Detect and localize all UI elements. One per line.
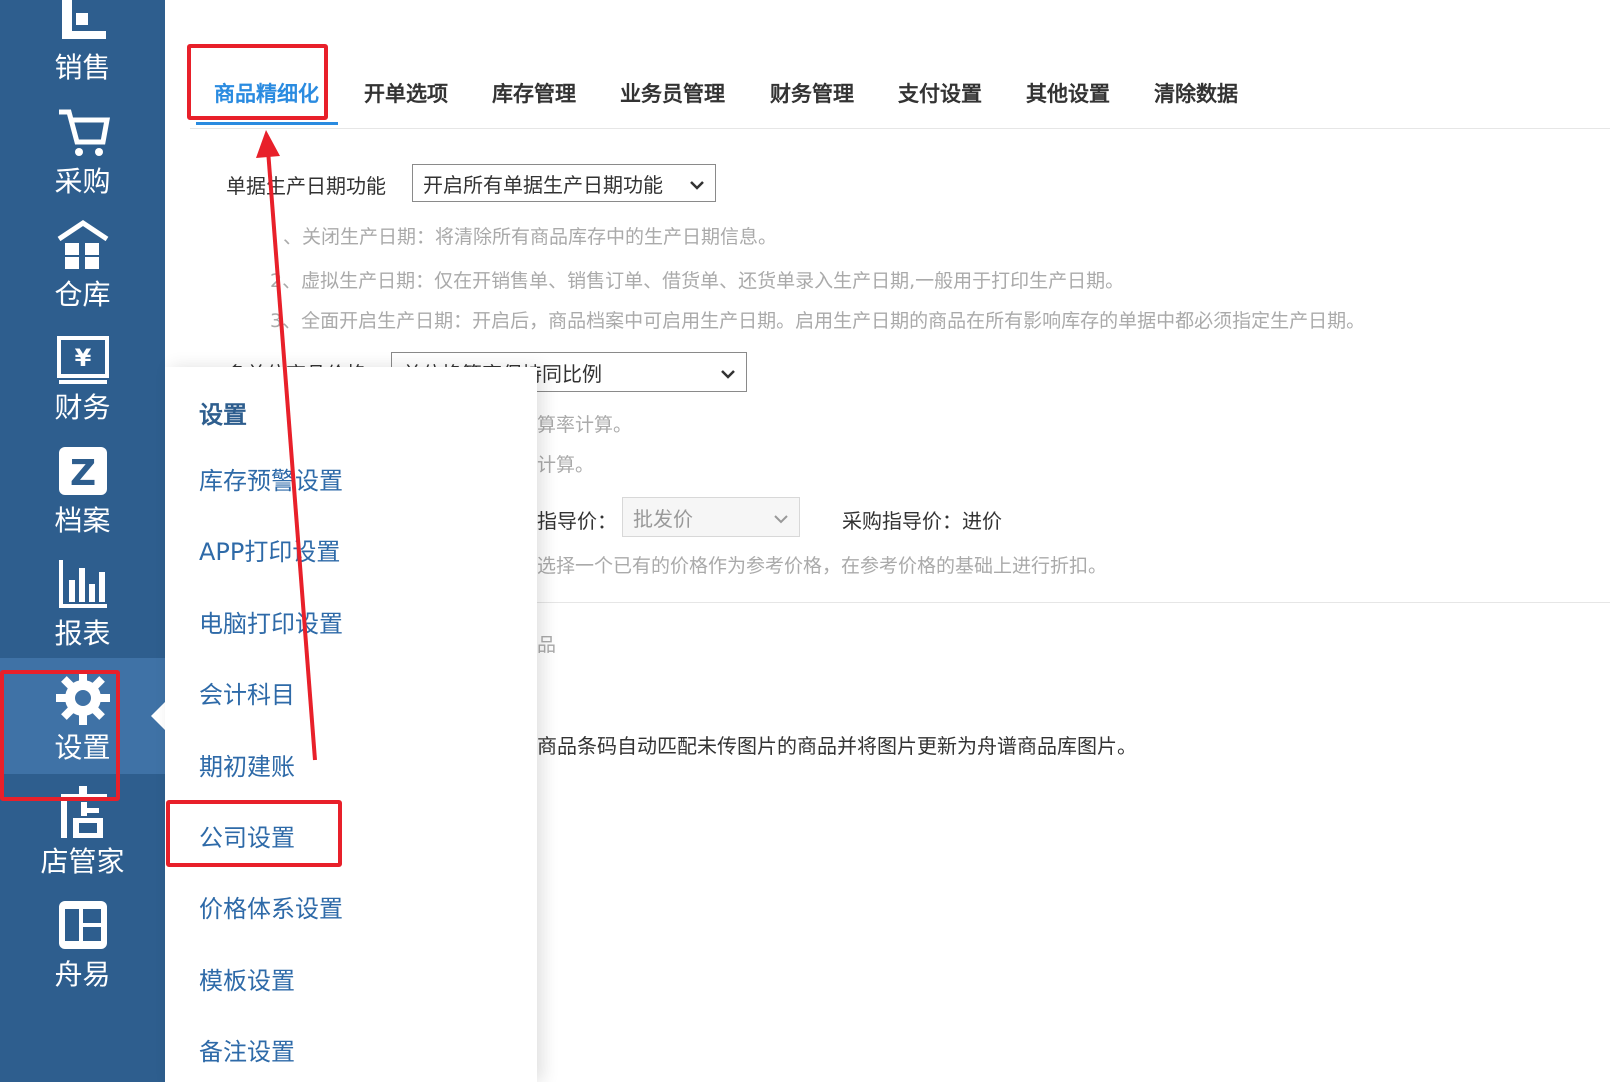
multi-unit-price-note-2: 计算。 (537, 454, 595, 476)
production-date-select[interactable]: 开启所有单据生产日期功能 (412, 164, 716, 202)
menu-item-template-settings[interactable]: 模板设置 (199, 961, 295, 996)
chevron-down-icon (773, 505, 789, 529)
zhouyi-logo-icon (53, 895, 113, 955)
tab-product-refinement[interactable]: 商品精细化 (214, 78, 319, 108)
sidebar-item-zhouyi[interactable]: 舟易 (0, 885, 165, 1001)
sidebar-item-label: 舟易 (54, 958, 111, 991)
tab-finance-management[interactable]: 财务管理 (770, 78, 854, 108)
tab-salesperson-management[interactable]: 业务员管理 (620, 78, 725, 108)
tab-payment-settings[interactable]: 支付设置 (898, 78, 982, 108)
sidebar-item-archive[interactable]: Z 档案 (0, 431, 165, 547)
menu-item-remark-settings[interactable]: 备注设置 (199, 1032, 295, 1067)
production-date-select-value: 开启所有单据生产日期功能 (423, 172, 663, 197)
production-date-label: 单据生产日期功能 (226, 174, 386, 198)
menu-item-opening-accounts[interactable]: 期初建账 (199, 747, 295, 782)
svg-text:Z: Z (69, 453, 95, 494)
production-date-note-2: 2、虚拟生产日期：仅在开销售单、销售订单、借货单、还货单录入生产日期,一般用于打… (270, 270, 1125, 292)
sidebar-item-label: 采购 (54, 165, 111, 198)
sidebar-item-warehouse[interactable]: 仓库 (0, 205, 165, 321)
sidebar-item-label: 店管家 (40, 845, 125, 878)
sales-guide-price-label: 指导价： (537, 509, 617, 533)
menu-item-price-system[interactable]: 价格体系设置 (199, 889, 343, 924)
warehouse-icon (53, 215, 113, 275)
sales-guide-price-select-value: 批发价 (633, 506, 693, 531)
sidebar-item-label: 档案 (54, 504, 111, 537)
production-date-note-1: 、关闭生产日期：将清除所有商品库存中的生产日期信息。 (283, 226, 778, 248)
multi-unit-price-note-1: 算率计算。 (537, 414, 633, 436)
sidebar-item-label: 财务 (54, 391, 111, 424)
tab-bar: 商品精细化 开单选项 库存管理 业务员管理 财务管理 支付设置 其他设置 清除数… (190, 60, 1610, 129)
sidebar-item-settings[interactable]: 设置 (0, 658, 165, 774)
sidebar-item-sales[interactable]: 销售 (0, 0, 165, 94)
settings-menu-panel: 设置 库存预警设置 APP打印设置 电脑打印设置 会计科目 期初建账 公司设置 … (165, 367, 537, 1082)
svg-text:¥: ¥ (74, 344, 91, 372)
sidebar-item-finance[interactable]: ¥ 财务 (0, 318, 165, 434)
chevron-down-icon (720, 360, 736, 384)
sidebar-item-label: 仓库 (54, 278, 111, 311)
tab-other-settings[interactable]: 其他设置 (1026, 78, 1110, 108)
archive-z-icon: Z (53, 441, 113, 501)
tab-order-options[interactable]: 开单选项 (364, 78, 448, 108)
shopping-cart-icon (53, 102, 113, 162)
sidebar-item-label: 报表 (54, 617, 111, 650)
sidebar-item-label: 销售 (54, 51, 111, 84)
section-divider (530, 602, 1610, 603)
sidebar-item-purchase[interactable]: 采购 (0, 92, 165, 208)
guide-price-note: 选择一个已有的价格作为参考价格，在参考价格的基础上进行折扣。 (537, 555, 1108, 577)
active-tab-indicator (196, 122, 338, 125)
menu-item-app-print[interactable]: APP打印设置 (199, 532, 340, 567)
sales-guide-price-select[interactable]: 批发价 (622, 497, 800, 537)
tab-inventory-management[interactable]: 库存管理 (492, 78, 576, 108)
image-section-partial-label: 品 (537, 634, 557, 656)
store-icon (53, 782, 113, 842)
menu-item-pc-print[interactable]: 电脑打印设置 (199, 604, 343, 639)
sidebar-item-reports[interactable]: 报表 (0, 544, 165, 660)
production-date-note-3: 3、全面开启生产日期：开启后，商品档案中可启用生产日期。启用生产日期的商品在所有… (270, 310, 1366, 332)
menu-item-stock-alert[interactable]: 库存预警设置 (199, 461, 343, 496)
gear-icon (53, 668, 113, 728)
menu-item-company-settings[interactable]: 公司设置 (199, 818, 295, 853)
sidebar: 销售 采购 仓库 ¥ 财务 Z 档案 报表 设置 店管家 舟易 (0, 0, 165, 1082)
settings-menu-title: 设置 (199, 401, 247, 429)
tab-clear-data[interactable]: 清除数据 (1154, 78, 1238, 108)
sidebar-item-label: 设置 (54, 731, 111, 764)
chevron-down-icon (689, 171, 705, 195)
sales-chart-icon (53, 0, 113, 48)
menu-item-accounting-subjects[interactable]: 会计科目 (199, 675, 295, 710)
yen-icon: ¥ (53, 328, 113, 388)
purchase-guide-price-label: 采购指导价：进价 (842, 509, 1002, 533)
image-section-note: 商品条码自动匹配未传图片的商品并将图片更新为舟谱商品库图片。 (537, 734, 1137, 758)
sidebar-item-store[interactable]: 店管家 (0, 772, 165, 888)
bar-chart-icon (53, 554, 113, 614)
